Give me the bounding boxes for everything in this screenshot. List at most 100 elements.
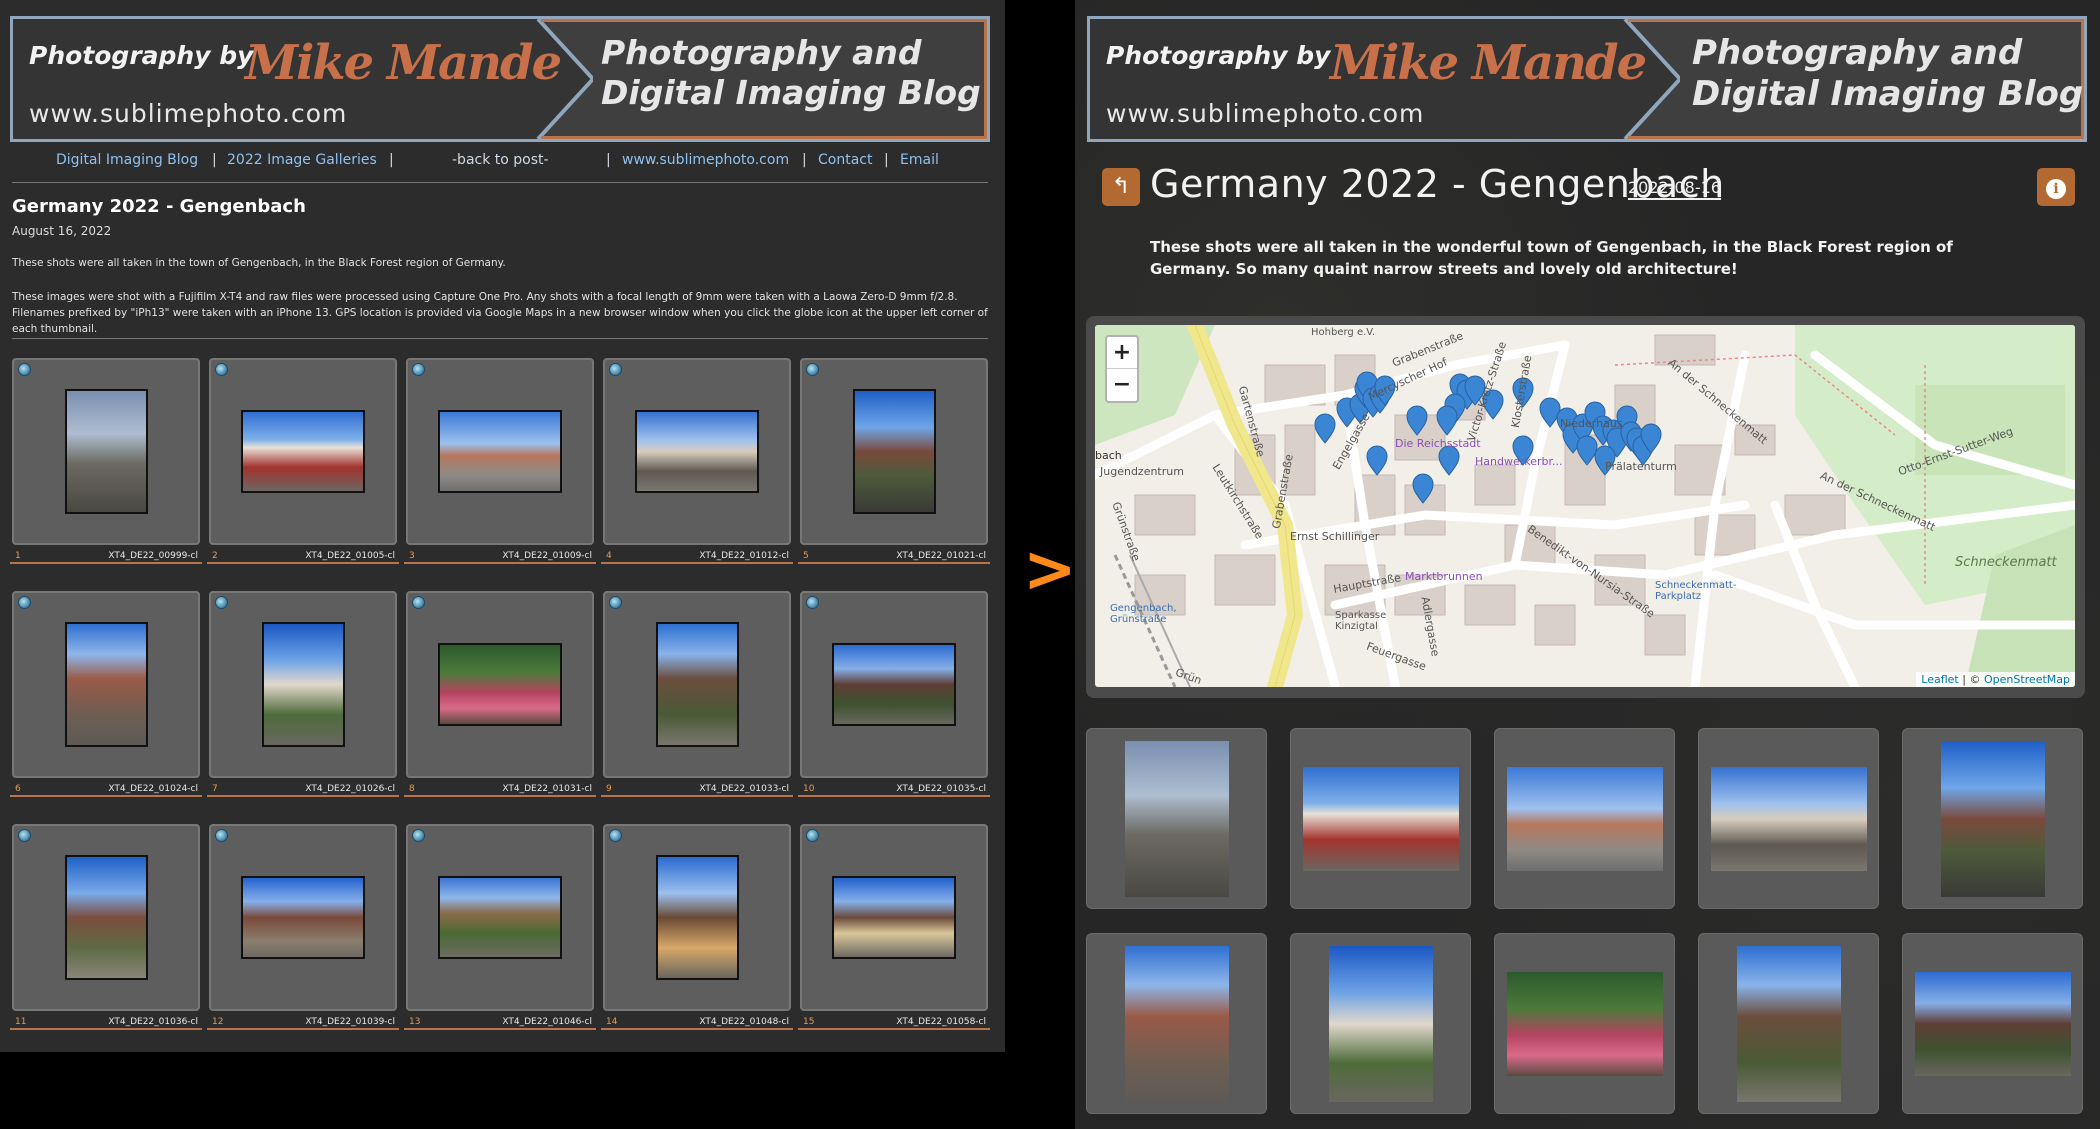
map-label: Niederhaus	[1560, 417, 1623, 430]
back-button[interactable]: ↰	[1102, 168, 1140, 206]
gallery-thumbnail[interactable]	[1902, 728, 2083, 909]
thumbnail-photo[interactable]	[1506, 971, 1663, 1076]
globe-icon[interactable]	[18, 596, 31, 609]
thumbnail-filename: XT4_DE22_01012-cl	[699, 551, 789, 561]
gallery-thumbnail[interactable]	[1494, 728, 1675, 909]
gallery-thumbnail[interactable]	[800, 824, 988, 1011]
nav-galleries-link[interactable]: 2022 Image Galleries	[227, 152, 377, 168]
thumbnail-photo[interactable]	[240, 410, 366, 493]
globe-icon[interactable]	[18, 363, 31, 376]
nav-sep: |	[389, 152, 394, 168]
thumbnail-caption: 9 XT4_DE22_01033-cl	[601, 783, 793, 797]
thumbnail-photo[interactable]	[1124, 740, 1229, 897]
zoom-out-button[interactable]: −	[1107, 369, 1137, 401]
thumbnail-photo[interactable]	[1302, 766, 1459, 871]
globe-icon[interactable]	[609, 596, 622, 609]
thumbnail-photo[interactable]	[64, 855, 148, 980]
gallery-thumbnail[interactable]	[12, 824, 200, 1011]
leaflet-link[interactable]: Leaflet	[1921, 673, 1958, 686]
banner-title: Photography and Digital Imaging Blog	[1692, 33, 2083, 115]
globe-icon[interactable]	[215, 363, 228, 376]
globe-icon[interactable]	[609, 363, 622, 376]
thumbnail-photo[interactable]	[437, 410, 563, 493]
thumbnail-photo[interactable]	[437, 876, 563, 959]
thumbnail-photo[interactable]	[1710, 766, 1867, 871]
gallery-thumbnail[interactable]	[1902, 933, 2083, 1114]
globe-icon[interactable]	[806, 829, 819, 842]
thumbnail-number: 2	[212, 551, 218, 561]
gallery-thumbnail[interactable]	[1086, 728, 1267, 909]
thumbnail-photo[interactable]	[655, 622, 739, 747]
map-marker-icon[interactable]	[1366, 445, 1388, 476]
gallery-thumbnail[interactable]	[603, 591, 791, 778]
thumbnail-photo[interactable]	[437, 643, 563, 726]
gallery-thumbnail[interactable]	[1494, 933, 1675, 1114]
nav-blog-link[interactable]: Digital Imaging Blog	[56, 152, 198, 168]
thumbnail-photo[interactable]	[240, 876, 366, 959]
nav-site-link[interactable]: www.sublimephoto.com	[622, 152, 789, 168]
location-map[interactable]: + − Hohberg e.V. Grabenstraße Mercyscher…	[1095, 325, 2075, 687]
thumbnail-photo[interactable]	[852, 389, 936, 514]
map-label: Gengenbach, Grünstraße	[1110, 603, 1177, 625]
globe-icon[interactable]	[412, 363, 425, 376]
page-title: Germany 2022 - Gengenbach	[12, 196, 306, 217]
banner-url: www.sublimephoto.com	[29, 99, 348, 128]
thumbnail-photo[interactable]	[1940, 740, 2045, 897]
gallery-thumbnail[interactable]	[209, 591, 397, 778]
gallery-thumbnail[interactable]	[1290, 728, 1471, 909]
page-date: August 16, 2022	[12, 224, 112, 238]
gallery-thumbnail[interactable]	[1698, 933, 1879, 1114]
gallery-thumbnail[interactable]	[603, 824, 791, 1011]
thumbnail-photo[interactable]	[655, 855, 739, 980]
thumbnail-photo[interactable]	[64, 389, 148, 514]
globe-icon[interactable]	[412, 596, 425, 609]
map-marker-icon[interactable]	[1438, 445, 1460, 476]
globe-icon[interactable]	[806, 596, 819, 609]
site-banner[interactable]: Photography by Mike Mande www.sublimepho…	[1087, 16, 2087, 142]
gallery-thumbnail[interactable]	[800, 358, 988, 545]
nav-email-link[interactable]: Email	[900, 152, 939, 168]
map-marker-icon[interactable]	[1314, 413, 1336, 444]
thumbnail-photo[interactable]	[64, 622, 148, 747]
globe-icon[interactable]	[806, 363, 819, 376]
gallery-thumbnail[interactable]	[209, 358, 397, 545]
gallery-thumbnail[interactable]	[603, 358, 791, 545]
globe-icon[interactable]	[609, 829, 622, 842]
info-button[interactable]: i	[2037, 168, 2075, 206]
thumbnail-photo[interactable]	[1914, 971, 2071, 1076]
globe-icon[interactable]	[215, 596, 228, 609]
nav-sep: |	[802, 152, 807, 168]
thumbnail-filename: XT4_DE22_01021-cl	[896, 551, 986, 561]
thumbnail-photo[interactable]	[261, 622, 345, 747]
thumbnail-photo[interactable]	[831, 643, 957, 726]
thumbnail-photo[interactable]	[634, 410, 760, 493]
attribution-separator: |	[1962, 673, 1966, 686]
thumbnail-photo[interactable]	[1506, 766, 1663, 871]
thumbnail-photo[interactable]	[1736, 945, 1841, 1102]
thumbnail-caption: 11 XT4_DE22_01036-cl	[10, 1016, 202, 1030]
thumbnail-caption: 6 XT4_DE22_01024-cl	[10, 783, 202, 797]
thumbnail-photo[interactable]	[831, 876, 957, 959]
gallery-thumbnail[interactable]	[406, 358, 594, 545]
gallery-thumbnail[interactable]	[12, 358, 200, 545]
thumbnail-photo[interactable]	[1328, 945, 1433, 1102]
nav-back-link[interactable]: -back to post-	[452, 152, 549, 168]
zoom-in-button[interactable]: +	[1107, 337, 1137, 369]
site-banner[interactable]: Photography by Mike Mande www.sublimepho…	[10, 16, 990, 142]
gallery-thumbnail[interactable]	[1086, 933, 1267, 1114]
thumbnail-photo[interactable]	[1124, 945, 1229, 1102]
globe-icon[interactable]	[215, 829, 228, 842]
osm-link[interactable]: OpenStreetMap	[1984, 673, 2070, 686]
gallery-thumbnail[interactable]	[406, 591, 594, 778]
globe-icon[interactable]	[18, 829, 31, 842]
gallery-thumbnail[interactable]	[406, 824, 594, 1011]
gallery-thumbnail[interactable]	[12, 591, 200, 778]
globe-icon[interactable]	[412, 829, 425, 842]
thumbnail-filename: XT4_DE22_01035-cl	[896, 784, 986, 794]
gallery-thumbnail[interactable]	[800, 591, 988, 778]
gallery-thumbnail[interactable]	[1698, 728, 1879, 909]
gallery-thumbnail[interactable]	[1290, 933, 1471, 1114]
gallery-thumbnail[interactable]	[209, 824, 397, 1011]
info-icon: i	[2046, 179, 2066, 199]
nav-contact-link[interactable]: Contact	[818, 152, 872, 168]
